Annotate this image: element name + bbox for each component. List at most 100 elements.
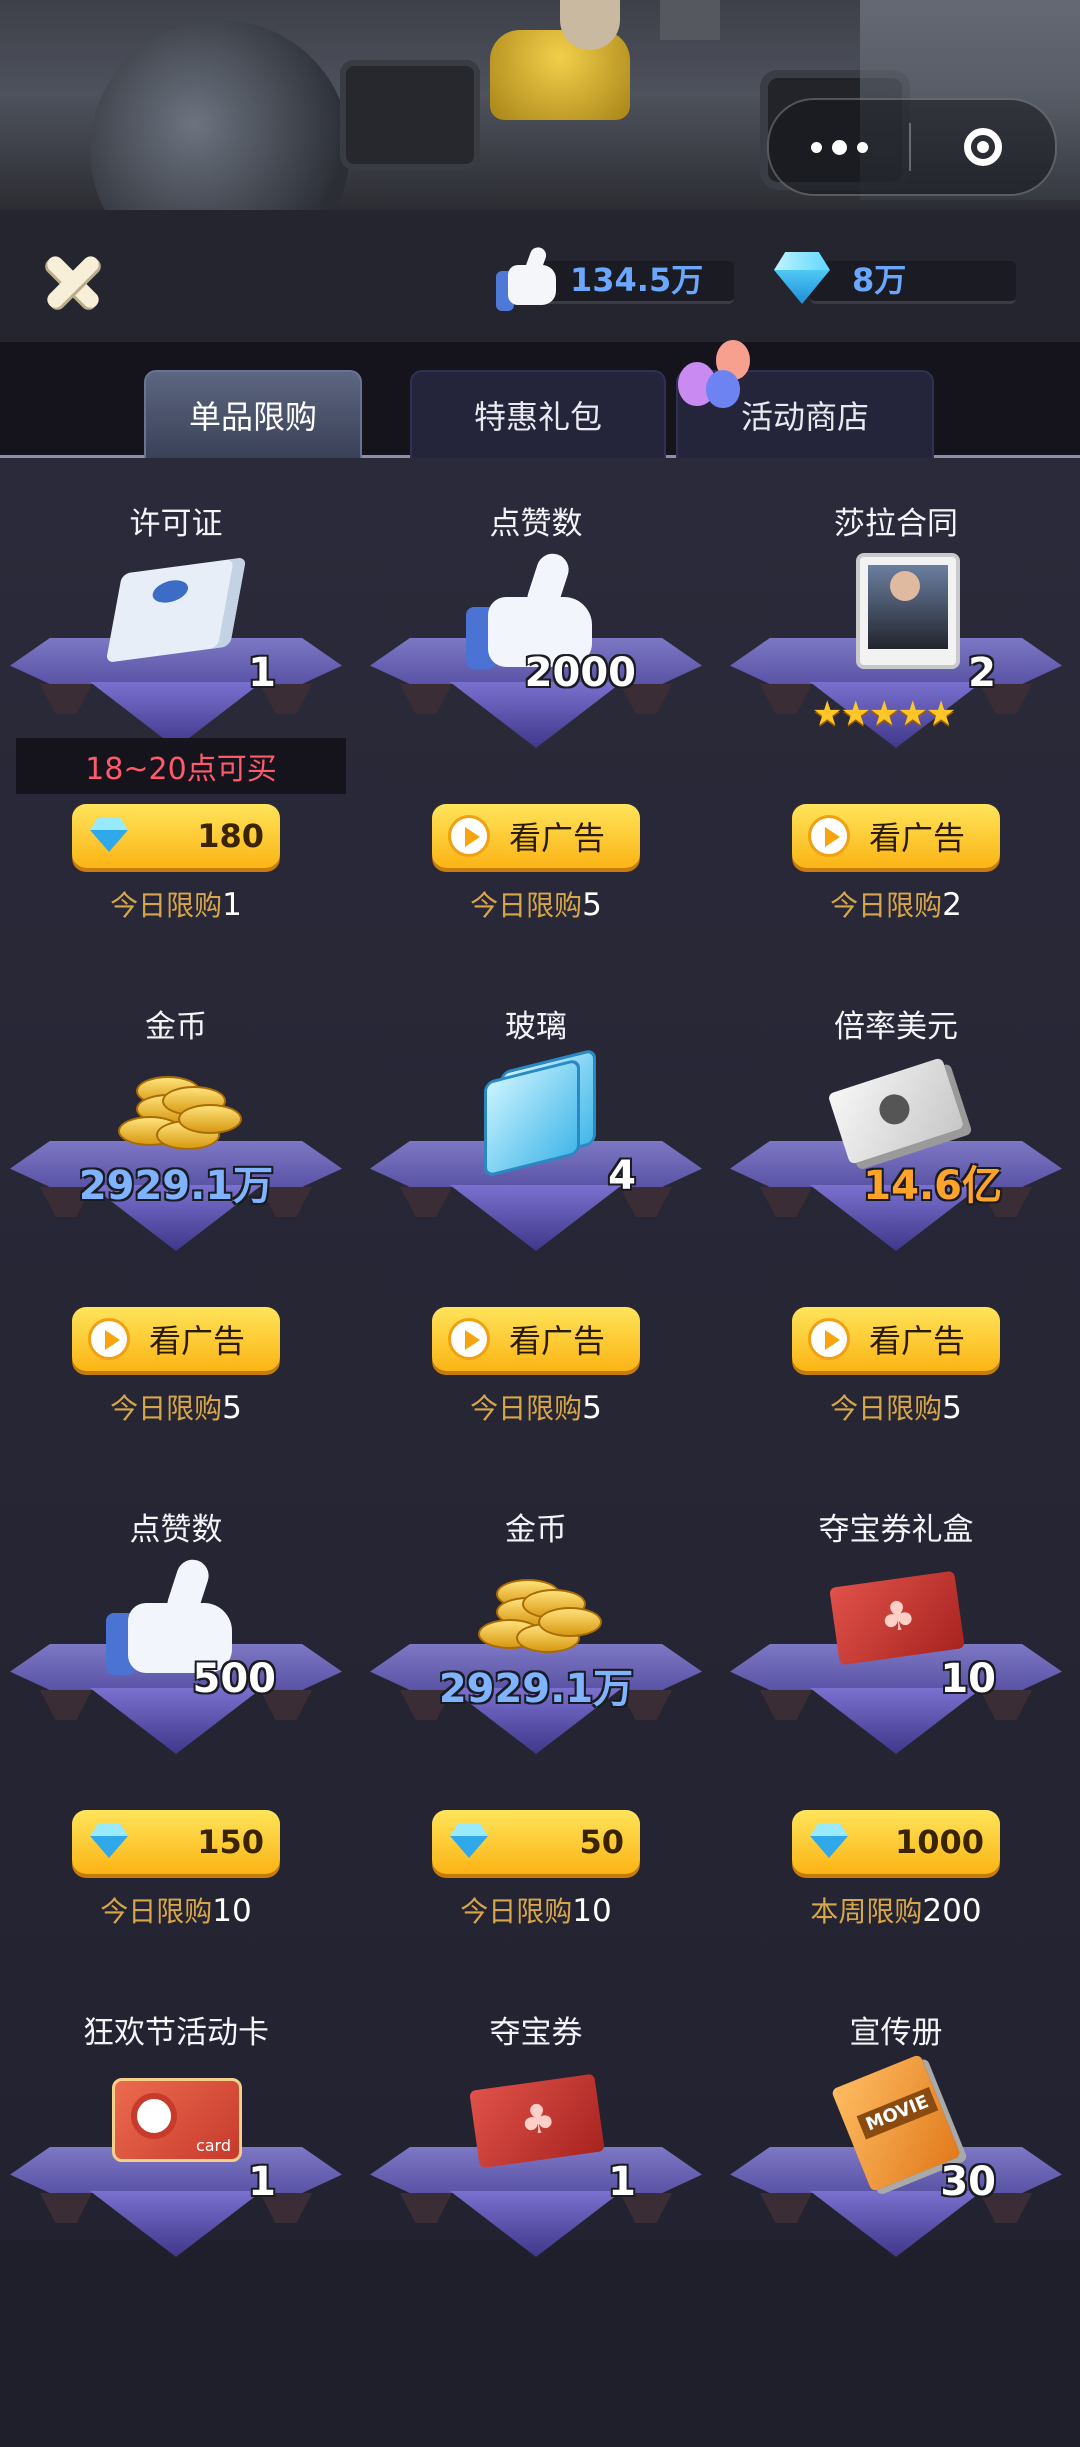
item-count: 4 <box>608 1153 636 1199</box>
play-icon <box>808 1318 850 1360</box>
item-count: 1 <box>608 2159 636 2205</box>
ad-label: 看广告 <box>508 819 605 857</box>
watch-ad-button[interactable]: 看广告 <box>792 804 1000 868</box>
item-name: 莎拉合同 <box>834 506 958 542</box>
item-count: 1 <box>248 2159 276 2205</box>
watch-ad-button[interactable]: 看广告 <box>72 1307 280 1371</box>
item-count: 2000 <box>524 650 636 696</box>
play-icon <box>88 1318 130 1360</box>
buy-with-gems-button[interactable]: 50 <box>432 1810 640 1874</box>
purchase-limit: 今日限购5 <box>470 887 602 923</box>
game-scene-background <box>0 0 1080 210</box>
purchase-limit: 今日限购5 <box>830 1390 962 1426</box>
shop-item-multiplier-dollar[interactable]: 倍率美元 14.6亿 看广告 今日限购5 <box>726 961 1066 1441</box>
watch-ad-button[interactable]: 看广告 <box>432 1307 640 1371</box>
item-name: 许可证 <box>129 506 223 542</box>
ad-label: 看广告 <box>508 1322 605 1360</box>
diamond-icon <box>88 818 130 854</box>
purchase-time-notice: 18~20点可买 <box>16 738 346 794</box>
purchase-limit: 今日限购2 <box>830 887 962 923</box>
item-name: 点赞数 <box>129 1512 223 1548</box>
miniprogram-capsule <box>767 98 1057 196</box>
item-name: 倍率美元 <box>834 1009 958 1045</box>
gems-bar <box>810 261 1016 304</box>
buy-with-gems-button[interactable]: 180 <box>72 804 280 868</box>
diamond-icon <box>808 1824 850 1860</box>
star-rating: ★★★★★ <box>812 694 956 734</box>
item-count: 1 <box>248 650 276 696</box>
thumbs-up-icon <box>494 243 564 313</box>
tab-single-item[interactable]: 单品限购 <box>144 370 362 458</box>
item-count: 2929.1万 <box>78 1163 274 1209</box>
shop-item-license[interactable]: 许可证 1 18~20点可买 180 今日限购1 <box>6 458 346 938</box>
tab-label: 特惠礼包 <box>473 398 602 436</box>
more-menu-button[interactable] <box>769 100 909 194</box>
price-value: 180 <box>197 817 264 855</box>
purchase-limit: 今日限购1 <box>110 887 242 923</box>
dot-icon <box>831 139 847 155</box>
purchase-limit: 本周限购200 <box>810 1893 982 1929</box>
dot-icon <box>810 141 822 153</box>
item-count: 14.6亿 <box>863 1163 1002 1209</box>
watch-ad-button[interactable]: 看广告 <box>792 1307 1000 1371</box>
item-count: 500 <box>192 1656 277 1702</box>
item-grid: 许可证 1 18~20点可买 180 今日限购1 点赞数 2000 看广告 今日… <box>0 458 1080 2257</box>
watch-ad-button[interactable]: 看广告 <box>432 804 640 868</box>
item-name: 宣传册 <box>849 2015 943 2051</box>
ad-label: 看广告 <box>148 1322 245 1360</box>
shop-item-glass[interactable]: 玻璃 4 看广告 今日限购5 <box>366 961 706 1441</box>
shop-item-brochure[interactable]: 宣传册 MOVIE 30 <box>726 1967 1066 2447</box>
license-scroll-icon <box>105 553 247 673</box>
tab-label: 单品限购 <box>188 398 317 436</box>
tab-special-pack[interactable]: 特惠礼包 <box>410 370 666 458</box>
diamond-icon <box>770 250 834 306</box>
shop-tabs: 单品限购 特惠礼包 活动商店 <box>0 340 1080 458</box>
shop-item-likes-500[interactable]: 点赞数 500 150 今日限购10 <box>6 1464 346 1944</box>
likes-value: 134.5万 <box>570 261 704 299</box>
glass-panes-icon <box>466 1048 606 1178</box>
price-value: 1000 <box>894 1823 984 1861</box>
diamond-icon <box>88 1824 130 1860</box>
item-name: 狂欢节活动卡 <box>83 2015 269 2051</box>
character-card-icon <box>826 553 966 673</box>
purchase-limit: 今日限购5 <box>110 1390 242 1426</box>
play-icon <box>808 815 850 857</box>
shop-item-likes[interactable]: 点赞数 2000 看广告 今日限购5 <box>366 458 706 938</box>
price-value: 50 <box>579 1823 624 1861</box>
item-name: 夺宝券礼盒 <box>818 1512 974 1548</box>
shop-item-lottery-ticket[interactable]: 夺宝券 ♣ 1 <box>366 1967 706 2447</box>
item-name: 金币 <box>505 1512 567 1548</box>
diamond-icon <box>448 1824 490 1860</box>
close-icon[interactable] <box>38 246 108 316</box>
scene-prop <box>490 30 630 120</box>
close-miniprogram-button[interactable] <box>911 128 1055 166</box>
shop-item-carnival-card[interactable]: 狂欢节活动卡 card 1 <box>6 1967 346 2447</box>
play-icon <box>448 1318 490 1360</box>
ad-label: 看广告 <box>868 1322 965 1360</box>
likes-counter: 134.5万 <box>494 243 734 313</box>
item-name: 夺宝券 <box>489 2015 583 2051</box>
gems-counter: 8万 <box>770 243 1016 313</box>
shop-item-coins[interactable]: 金币 2929.1万 看广告 今日限购5 <box>6 961 346 1441</box>
scene-prop <box>90 20 350 210</box>
tab-label: 活动商店 <box>740 398 869 436</box>
buy-with-gems-button[interactable]: 150 <box>72 1810 280 1874</box>
item-name: 金币 <box>145 1009 207 1045</box>
play-icon <box>448 815 490 857</box>
shop-item-coins-gem[interactable]: 金币 2929.1万 50 今日限购10 <box>366 1464 706 1944</box>
item-count: 2 <box>968 650 996 696</box>
price-value: 150 <box>197 1823 264 1861</box>
carnival-card-icon: card <box>106 2062 246 2182</box>
purchase-limit: 今日限购10 <box>100 1893 252 1929</box>
lottery-ticket-icon: ♣ <box>466 2062 606 2182</box>
item-count: 2929.1万 <box>438 1666 634 1712</box>
scene-prop <box>660 0 720 40</box>
item-name: 玻璃 <box>505 1009 567 1045</box>
shop-item-sarah-contract[interactable]: 莎拉合同 ★★★★★ 2 看广告 今日限购2 <box>726 458 1066 938</box>
balloons-icon <box>676 340 756 420</box>
buy-with-gems-button[interactable]: 1000 <box>792 1810 1000 1874</box>
purchase-limit: 今日限购5 <box>470 1390 602 1426</box>
shop-header: 134.5万 8万 <box>0 210 1080 342</box>
shop-item-lottery-box[interactable]: 夺宝券礼盒 ♣ 10 1000 本周限购200 <box>726 1464 1066 1944</box>
dot-icon <box>856 141 868 153</box>
